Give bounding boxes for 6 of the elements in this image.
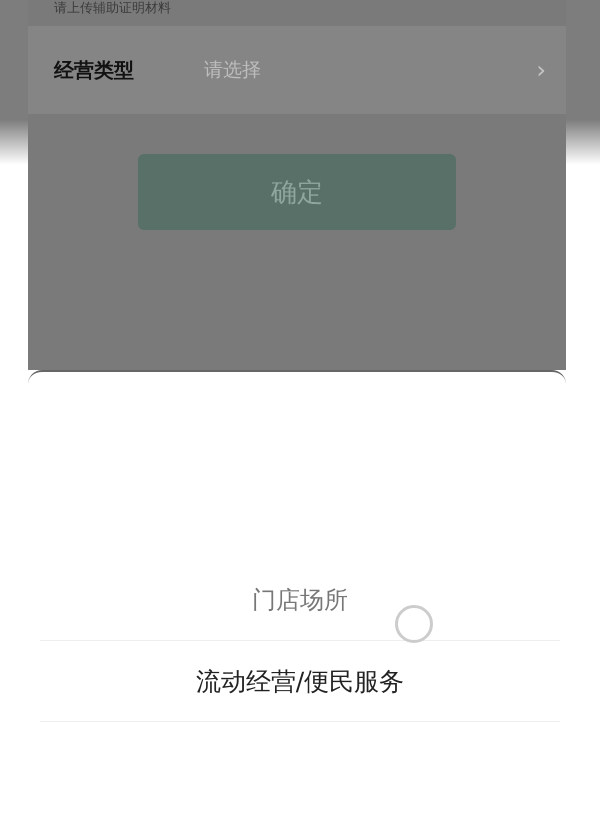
picker-option[interactable]: 流动经营/便民服务 xyxy=(40,641,560,722)
chevron-icon: › xyxy=(536,56,546,84)
hint-text: 请上传辅助证明材料 xyxy=(54,1,171,17)
picker-option[interactable]: 门店场所 xyxy=(40,560,560,641)
touch-indicator-icon xyxy=(395,605,433,643)
field-label: 经营类型 xyxy=(54,56,135,84)
